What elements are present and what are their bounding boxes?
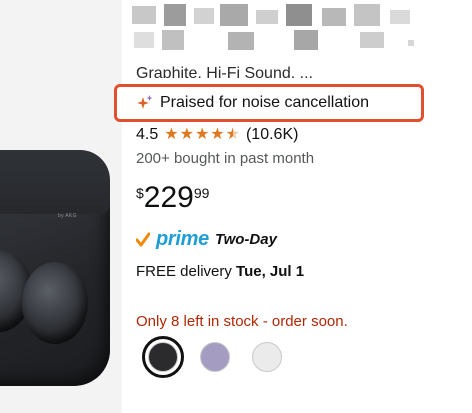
delivery-prefix: FREE delivery xyxy=(136,263,237,280)
bought-count: 200+ bought in past month xyxy=(136,150,315,167)
product-title[interactable]: Graphite, Hi-Fi Sound, ... xyxy=(136,62,426,79)
earbuds-case-lid xyxy=(0,150,110,214)
prime-badge[interactable]: prime Two-Day xyxy=(136,228,277,251)
rating-value: 4.5 xyxy=(136,126,159,143)
product-image[interactable]: by AKG xyxy=(0,0,122,413)
half-star-icon: ★ xyxy=(225,126,240,143)
prime-check-icon xyxy=(136,232,150,246)
star-icon: ★ xyxy=(179,126,194,143)
rating-row[interactable]: 4.5 ★ ★ ★ ★ ★ (10.6K) xyxy=(136,126,298,144)
price-whole: 229 xyxy=(143,181,194,214)
review-count[interactable]: (10.6K) xyxy=(246,126,298,144)
swatch-white[interactable] xyxy=(252,342,282,372)
prime-label: prime xyxy=(156,228,209,250)
price-fraction: 99 xyxy=(193,185,210,201)
star-icon: ★ xyxy=(210,126,225,143)
star-icon: ★ xyxy=(164,126,179,143)
earbud-right xyxy=(22,262,88,344)
swatch-graphite[interactable] xyxy=(142,336,184,378)
color-swatches xyxy=(142,336,282,378)
delivery-info: FREE delivery Tue, Jul 1 xyxy=(136,263,304,280)
obscured-title-area xyxy=(124,0,424,62)
case-brand-text: by AKG xyxy=(58,213,77,219)
product-detail-page: by AKG Graphite, Hi-Fi Sound, ... Praise… xyxy=(0,0,472,413)
star-icon: ★ xyxy=(194,126,210,143)
delivery-date: Tue, Jul 1 xyxy=(236,263,305,280)
stock-status: Only 8 left in stock - order soon. xyxy=(136,313,348,330)
review-highlight-badge: Praised for noise cancellation xyxy=(136,93,369,113)
star-rating[interactable]: ★ ★ ★ ★ ★ xyxy=(164,127,240,143)
shipping-speed: Two-Day xyxy=(214,231,277,248)
sparkle-icon xyxy=(137,95,153,109)
price-symbol: $ xyxy=(136,185,144,201)
right-margin xyxy=(424,0,472,413)
badge-text: Praised for noise cancellation xyxy=(160,94,370,111)
swatch-bora-purple[interactable] xyxy=(200,342,230,372)
price: $ 229 99 xyxy=(136,182,209,214)
